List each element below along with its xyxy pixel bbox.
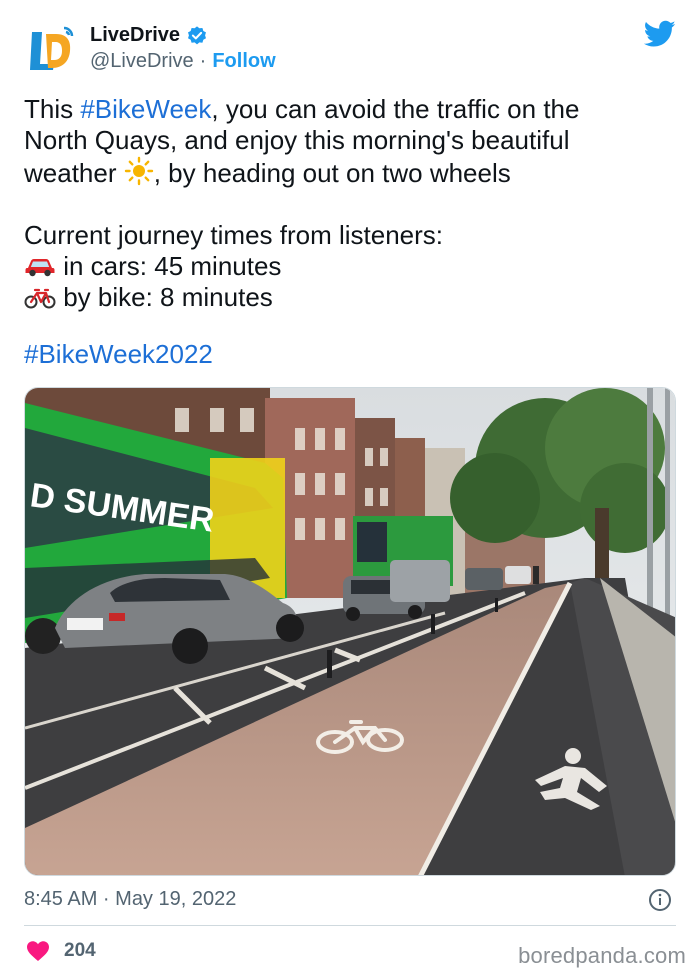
tweet-line: by bike: 8 minutes (24, 282, 676, 313)
tweet-photo[interactable]: D SUMMER (24, 387, 676, 876)
handle[interactable]: @LiveDrive (90, 50, 194, 73)
tweet-line: North Quays, and enjoy this morning's be… (24, 125, 570, 155)
avatar[interactable] (24, 24, 76, 76)
street-scene-image: D SUMMER (25, 388, 675, 875)
sun-emoji-icon (124, 156, 153, 186)
display-name[interactable]: LiveDrive (90, 24, 180, 47)
hashtag-bikeweek-link[interactable]: #BikeWeek (80, 94, 211, 124)
hashtag-bikeweek2022-link[interactable]: #BikeWeek2022 (24, 339, 213, 370)
bicycle-emoji-icon (24, 288, 56, 309)
text-span: This (24, 94, 81, 124)
tweet-text: This #BikeWeek, you can avoid the traffi… (24, 94, 676, 313)
tweet-line: weather , by heading out on two wheels (24, 156, 676, 189)
follow-button[interactable]: Follow (212, 50, 275, 73)
like-button[interactable]: 204 (26, 940, 96, 962)
text-span: , you can avoid the traffic on the (211, 94, 580, 124)
tweet-card: LiveDrive @LiveDrive · Follow This #Bike… (0, 0, 700, 979)
heart-icon (27, 941, 49, 961)
tweet-timestamp[interactable]: 8:45 AM · May 19, 2022 (24, 888, 236, 911)
text-span: weather (24, 158, 124, 188)
text-span: by bike: 8 minutes (56, 282, 273, 312)
verified-badge-icon (188, 25, 207, 44)
info-icon[interactable] (648, 888, 672, 912)
text-span: in cars: 45 minutes (56, 251, 282, 281)
tweet-header: LiveDrive @LiveDrive · Follow (24, 20, 676, 80)
text-span: , by heading out on two wheels (153, 158, 511, 188)
footer-divider (24, 925, 676, 926)
tweet-line: in cars: 45 minutes (24, 251, 676, 282)
source-watermark: boredpanda.com (518, 943, 686, 968)
tweet-line: Current journey times from listeners: (24, 220, 444, 250)
car-emoji-icon (25, 259, 55, 277)
tweet-line: This #BikeWeek, you can avoid the traffi… (24, 94, 676, 125)
likes-count: 204 (64, 940, 96, 961)
handle-separator: · (199, 50, 207, 72)
twitter-bird-icon[interactable] (644, 20, 676, 48)
